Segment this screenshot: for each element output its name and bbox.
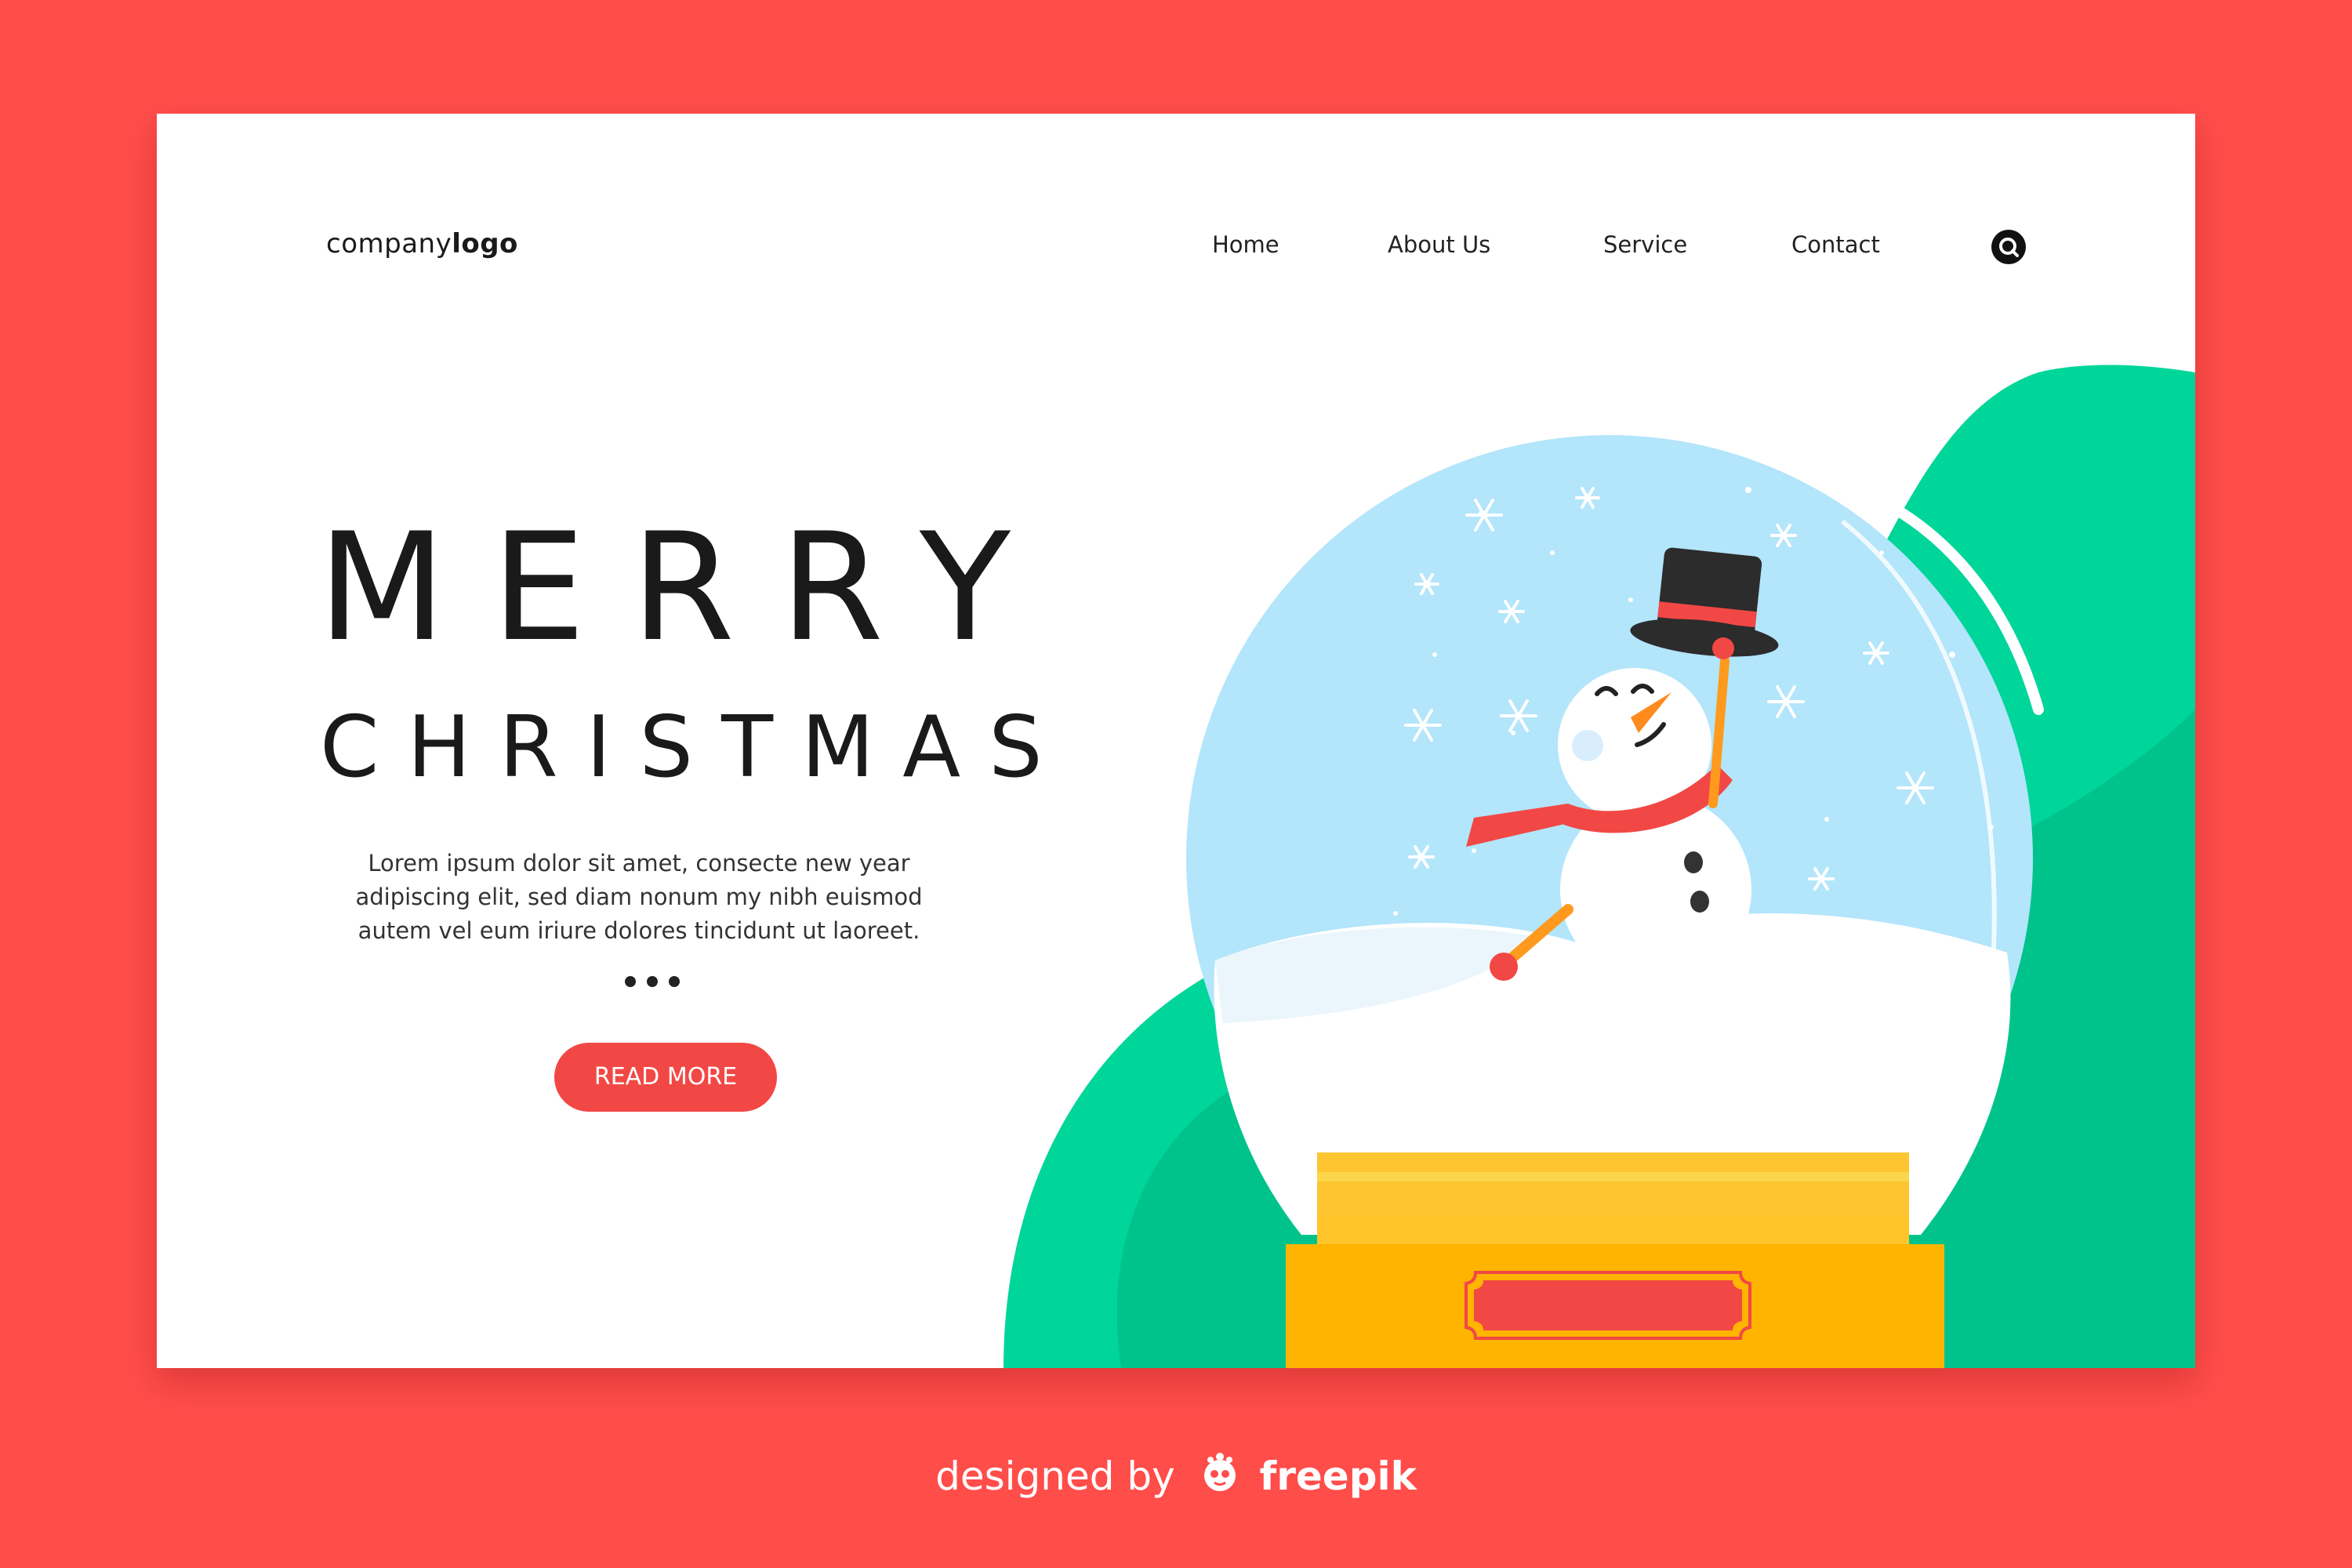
nav-about-us[interactable]: About Us <box>1388 231 1490 258</box>
hero-title-line1: MERRY <box>318 501 1056 674</box>
hero-body-text: Lorem ipsum dolor sit amet, consecte new… <box>355 850 923 944</box>
search-icon <box>1999 238 2019 257</box>
freepik-logo-icon <box>1197 1450 1243 1509</box>
company-logo[interactable]: companylogo <box>326 228 518 260</box>
dot <box>647 976 658 987</box>
dot <box>625 976 636 987</box>
logo-text-bold: logo <box>452 228 518 260</box>
nav-home[interactable]: Home <box>1212 231 1279 258</box>
nav-service[interactable]: Service <box>1603 231 1687 258</box>
landing-page-card: companylogo Home About Us Service Contac… <box>157 114 2195 1368</box>
dot <box>669 976 680 987</box>
read-more-button[interactable]: READ MORE <box>554 1043 777 1112</box>
logo-text-regular: company <box>326 228 452 260</box>
designed-by-text: designed by <box>935 1454 1175 1499</box>
footer-credit: designed by freepik <box>0 1449 2352 1504</box>
nav-contact[interactable]: Contact <box>1791 231 1880 258</box>
search-button[interactable] <box>1991 230 2026 264</box>
hero-title-line2: CHRISTMAS <box>320 699 1071 797</box>
freepik-brand-text[interactable]: freepik <box>1259 1454 1416 1499</box>
